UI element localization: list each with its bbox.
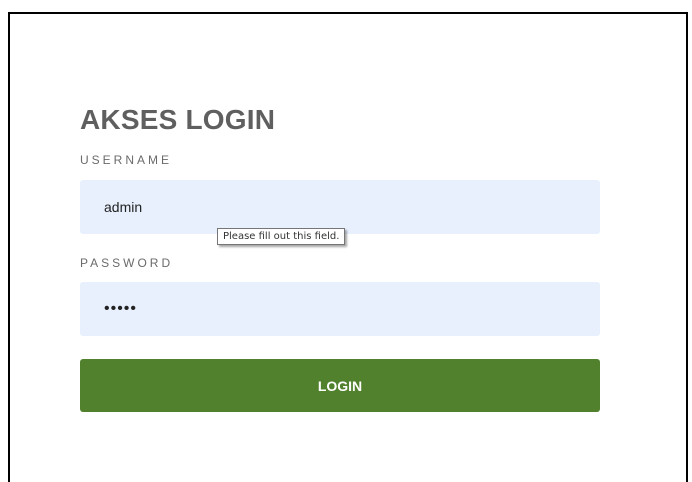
page-title: AKSES LOGIN [80,104,276,135]
username-input[interactable] [80,180,600,234]
username-label: USERNAME [80,153,173,167]
password-label: PASSWORD [80,256,174,270]
validation-tooltip: Please fill out this field. [217,228,346,245]
login-button[interactable]: LOGIN [80,359,600,412]
password-input[interactable] [80,282,600,336]
login-panel: AKSES LOGIN USERNAME Please fill out thi… [8,12,688,482]
